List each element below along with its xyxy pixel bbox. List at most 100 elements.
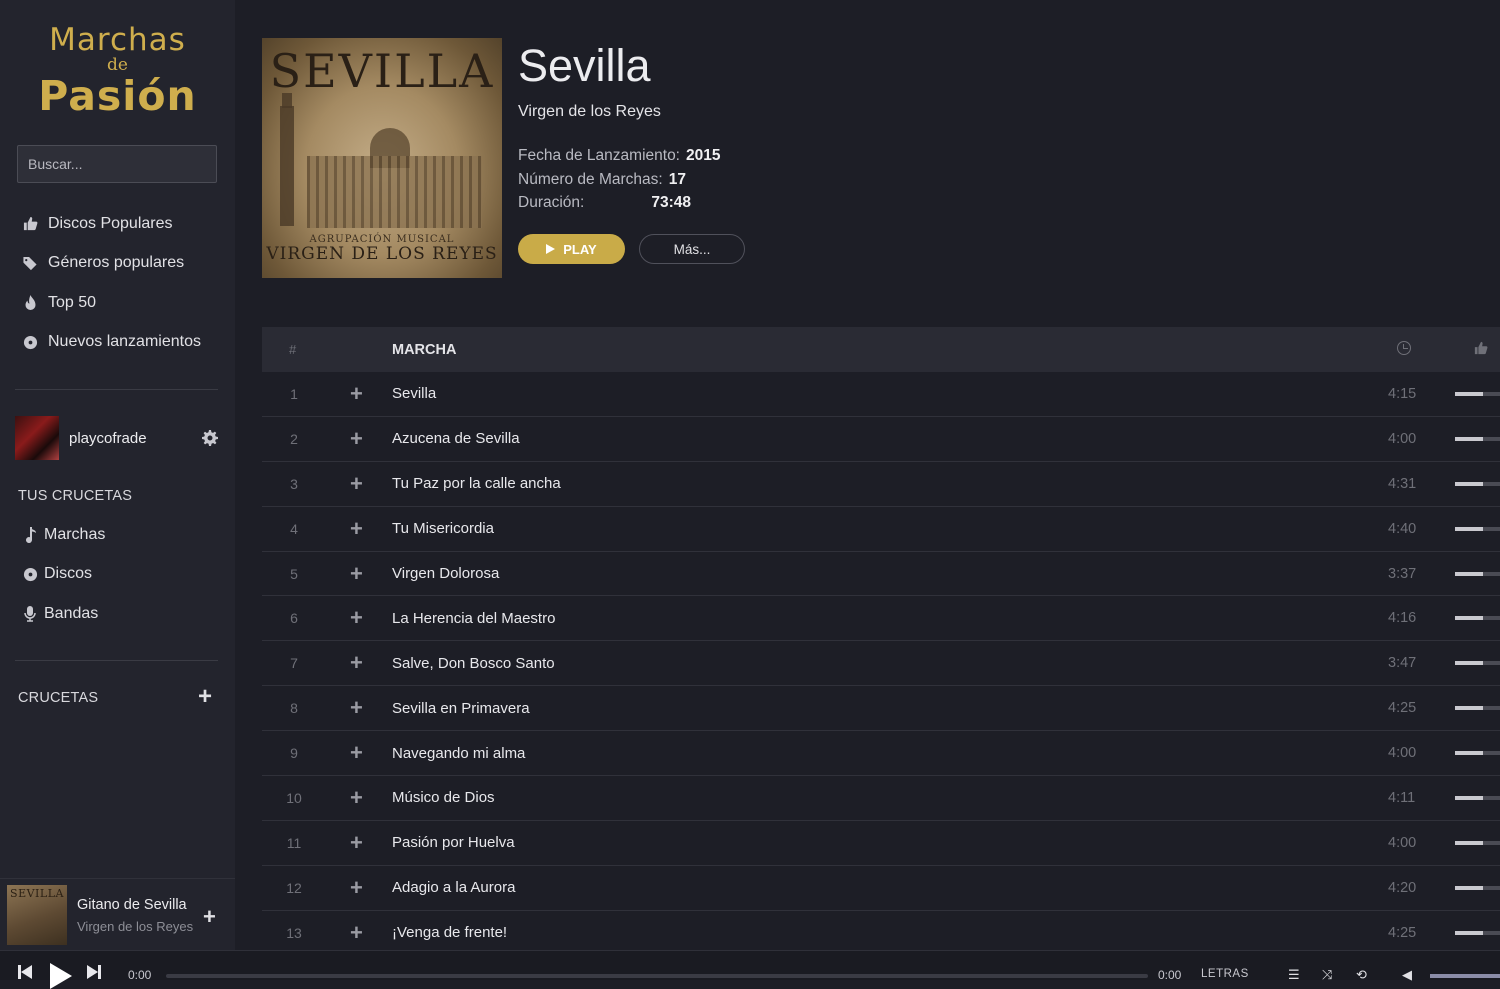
track-title[interactable]: Tu Paz por la calle ancha [392, 475, 561, 492]
now-playing-artist[interactable]: Virgen de los Reyes [77, 919, 193, 934]
popularity-fill [1455, 391, 1483, 396]
divider [15, 389, 218, 390]
track-title[interactable]: Navegando mi alma [392, 745, 525, 762]
release-date-row: Fecha de Lanzamiento: 2015 [518, 144, 720, 168]
now-playing-cover[interactable]: SEVILLA [7, 885, 67, 945]
sidebar-item-bandas[interactable]: Bandas [22, 594, 105, 634]
progress-bar[interactable] [166, 974, 1148, 978]
track-duration: 3:37 [1388, 565, 1417, 582]
track-title[interactable]: Adagio a la Aurora [392, 879, 515, 896]
track-number: 3 [290, 475, 298, 492]
tags-icon [20, 255, 40, 271]
sidebar-item-marchas[interactable]: Marchas [22, 515, 105, 555]
play-button[interactable]: PLAY [518, 234, 625, 264]
track-duration: 4:20 [1388, 879, 1417, 896]
track-duration: 4:00 [1388, 745, 1417, 762]
add-track-button[interactable]: + [350, 427, 363, 449]
repeat-icon[interactable]: ⟲ [1356, 968, 1372, 981]
track-title[interactable]: Tu Misericordia [392, 520, 494, 537]
shuffle-icon[interactable]: ⤨ [1322, 968, 1338, 981]
add-track-button[interactable]: + [350, 607, 363, 629]
track-title[interactable]: Músico de Dios [392, 789, 495, 806]
album-title: Sevilla [518, 40, 651, 91]
track-title[interactable]: Azucena de Sevilla [392, 430, 520, 447]
album-artist[interactable]: Virgen de los Reyes [518, 103, 661, 121]
track-duration: 4:40 [1388, 520, 1417, 537]
add-track-button[interactable]: + [350, 697, 363, 719]
popularity-fill [1455, 436, 1483, 441]
nav-item-top-50[interactable]: Top 50 [20, 283, 201, 323]
lyrics-button[interactable]: LETRAS [1201, 968, 1249, 980]
track-title[interactable]: Virgen Dolorosa [392, 565, 499, 582]
add-track-button[interactable]: + [350, 831, 363, 853]
queue-icon[interactable]: ☰ [1288, 968, 1304, 981]
album-meta: Fecha de Lanzamiento: 2015 Número de Mar… [518, 144, 720, 215]
volume-icon[interactable]: ◀ [1402, 968, 1418, 981]
add-track-button[interactable]: + [350, 562, 363, 584]
popularity-bar [1455, 526, 1500, 531]
track-title[interactable]: La Herencia del Maestro [392, 610, 555, 627]
table-row[interactable]: 3 + Tu Paz por la calle ancha 4:31 [262, 462, 1500, 507]
add-track-button[interactable]: + [350, 652, 363, 674]
table-row[interactable]: 7 + Salve, Don Bosco Santo 3:47 [262, 641, 1500, 687]
track-title[interactable]: Pasión por Huelva [392, 834, 515, 851]
table-row[interactable]: 5 + Virgen Dolorosa 3:37 [262, 552, 1500, 597]
table-row[interactable]: 9 + Navegando mi alma 4:00 [262, 731, 1500, 777]
track-number: 5 [290, 565, 298, 582]
track-count-label: Número de Marchas: [518, 170, 663, 188]
duration-value: 73:48 [651, 194, 691, 211]
thumbs-up-icon[interactable] [1474, 341, 1488, 355]
add-track-button[interactable]: + [350, 382, 363, 404]
track-number: 12 [286, 879, 302, 896]
table-row[interactable]: 6 + La Herencia del Maestro 4:16 [262, 596, 1500, 642]
clock-icon[interactable] [1397, 341, 1411, 355]
sidebar-item-discos[interactable]: Discos [22, 555, 105, 595]
add-track-button[interactable]: + [350, 472, 363, 494]
now-playing-title[interactable]: Gitano de Sevilla [77, 897, 187, 913]
avatar[interactable] [15, 416, 59, 460]
popularity-fill [1455, 840, 1483, 845]
popularity-bar [1455, 391, 1500, 396]
popularity-bar [1455, 840, 1500, 845]
table-row[interactable]: 1 + Sevilla 4:15 [262, 372, 1500, 417]
add-to-cruceta-button[interactable]: + [203, 904, 216, 930]
thumbs-up-icon [20, 216, 40, 232]
nav-item-popular-albums[interactable]: Discos Populares [20, 204, 201, 244]
add-track-button[interactable]: + [350, 876, 363, 898]
table-row[interactable]: 10 + Músico de Dios 4:11 [262, 776, 1500, 821]
nav-item-popular-genres[interactable]: Géneros populares [20, 244, 201, 284]
table-row[interactable]: 2 + Azucena de Sevilla 4:00 [262, 417, 1500, 462]
track-title[interactable]: ¡Venga de frente! [392, 924, 507, 941]
volume-slider[interactable] [1430, 974, 1500, 978]
track-title[interactable]: Sevilla [392, 385, 436, 402]
track-title[interactable]: Salve, Don Bosco Santo [392, 655, 555, 672]
add-track-button[interactable]: + [350, 517, 363, 539]
add-track-button[interactable]: + [350, 786, 363, 808]
nav-item-new-releases[interactable]: Nuevos lanzamientos [20, 323, 201, 363]
logo-line-1: Marchas [49, 22, 186, 58]
add-track-button[interactable]: + [350, 921, 363, 943]
next-track-icon[interactable] [87, 963, 103, 979]
table-row[interactable]: 4 + Tu Misericordia 4:40 [262, 507, 1500, 552]
previous-track-icon[interactable] [18, 963, 34, 979]
cover-art-detail [307, 156, 482, 228]
table-row[interactable]: 11 + Pasión por Huelva 4:00 [262, 821, 1500, 866]
track-title[interactable]: Sevilla en Primavera [392, 700, 530, 717]
more-button[interactable]: Más... [639, 234, 745, 264]
user-profile: playcofrade [15, 416, 220, 460]
gear-icon[interactable] [200, 428, 220, 448]
play-icon[interactable] [50, 963, 72, 989]
add-cruceta-button[interactable]: + [196, 685, 214, 709]
table-row[interactable]: 13 + ¡Venga de frente! 4:25 [262, 911, 1500, 956]
table-row[interactable]: 12 + Adagio a la Aurora 4:20 [262, 866, 1500, 911]
logo[interactable]: Marchas de Pasión [0, 22, 235, 120]
track-number: 9 [290, 745, 298, 762]
add-track-button[interactable]: + [350, 742, 363, 764]
sidebar: Marchas de Pasión Discos Populares Géner… [0, 0, 235, 950]
music-note-icon [22, 526, 38, 543]
user-name[interactable]: playcofrade [69, 430, 200, 447]
search-input[interactable] [17, 145, 217, 183]
popularity-fill [1455, 706, 1483, 711]
column-header-title[interactable]: MARCHA [392, 342, 456, 358]
table-row[interactable]: 8 + Sevilla en Primavera 4:25 [262, 686, 1500, 732]
